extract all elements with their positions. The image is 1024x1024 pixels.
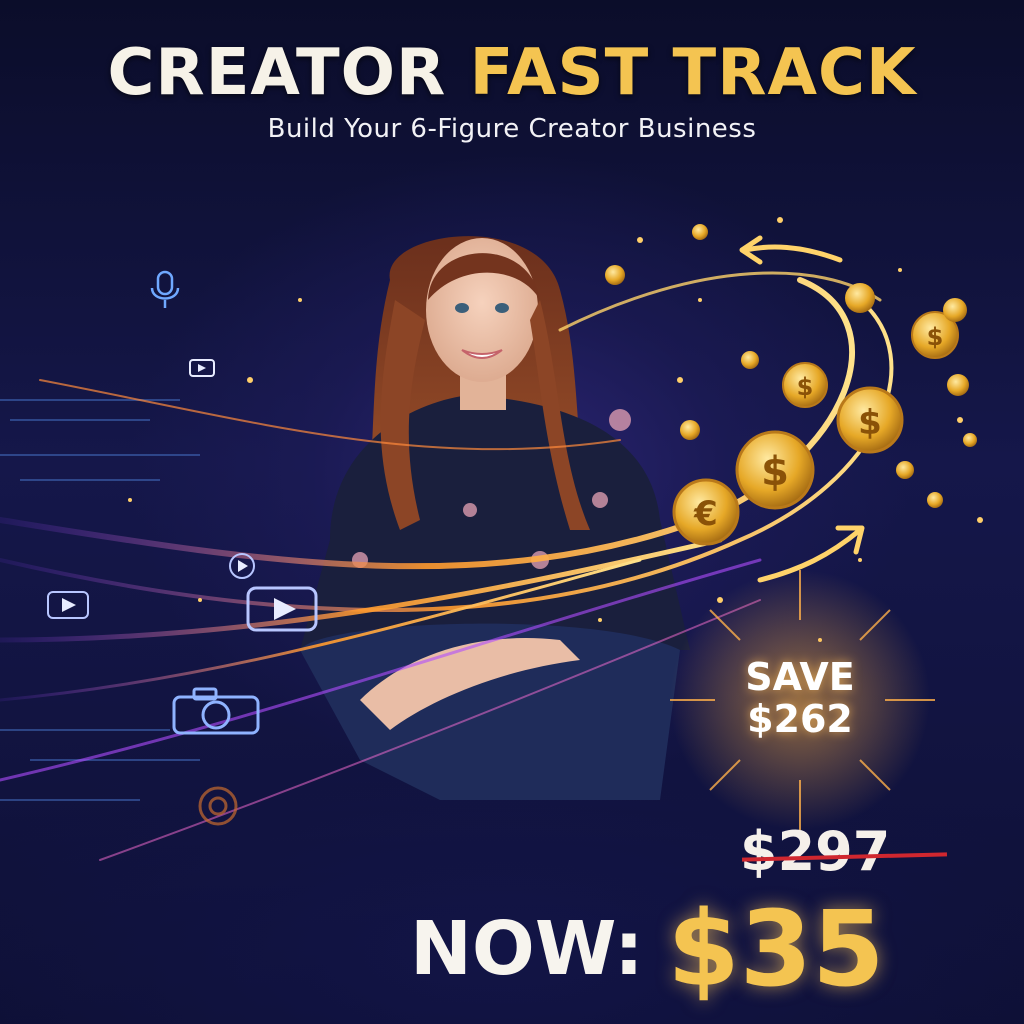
now-label: NOW:	[410, 906, 644, 992]
current-price: $35	[667, 888, 885, 1010]
savings-label: SAVE	[745, 655, 855, 699]
current-price-row: NOW: $35	[410, 888, 884, 1010]
presenter-portrait	[300, 236, 690, 800]
promo-poster: $ $ $ $ € CREATOR FAST TRACK Build Your …	[0, 0, 1024, 1024]
savings-badge: SAVE $262	[700, 656, 900, 740]
page-title: CREATOR FAST TRACK	[0, 36, 1024, 110]
svg-text:$: $	[761, 449, 789, 495]
savings-amount: $262	[747, 697, 853, 741]
euro-coin-icon: €	[672, 478, 740, 546]
target-icon	[198, 786, 238, 826]
title-part-1: CREATOR	[107, 36, 447, 110]
svg-text:$: $	[927, 323, 944, 351]
old-price: $297	[740, 820, 891, 883]
svg-text:€: €	[693, 494, 718, 534]
camera-icon	[172, 687, 260, 735]
microphone-icon	[150, 270, 180, 308]
dollar-coin-icon: $ $ $ $	[605, 224, 977, 510]
subtitle: Build Your 6-Figure Creator Business	[267, 114, 757, 144]
title-part-2: FAST TRACK	[469, 36, 917, 110]
data-stream-lines	[0, 399, 200, 801]
svg-text:$: $	[858, 403, 882, 443]
svg-text:$: $	[797, 373, 814, 401]
